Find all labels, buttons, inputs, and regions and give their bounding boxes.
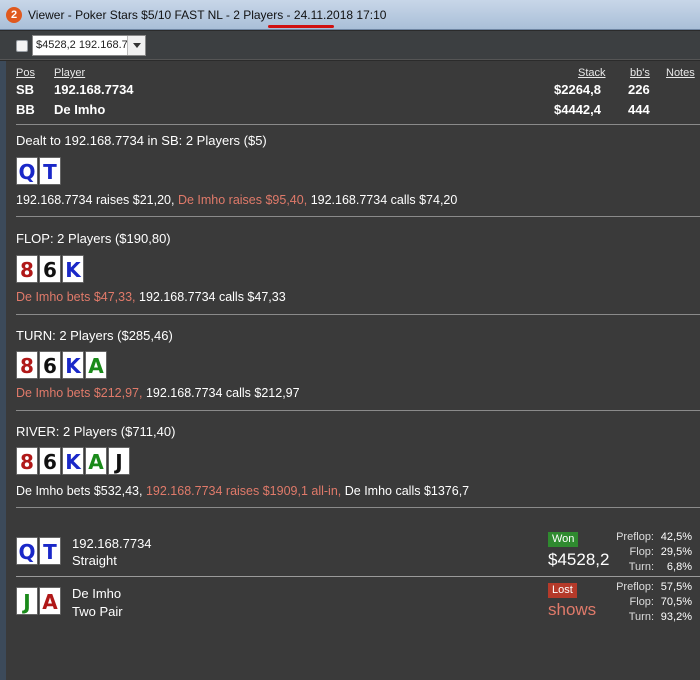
loser-cards: JA	[16, 587, 61, 615]
winner-name: 192.168.7734	[72, 536, 152, 551]
date-underline-annotation	[268, 25, 334, 28]
divider	[16, 576, 700, 577]
equity-value: 42,5%	[660, 531, 692, 543]
playing-card: Q	[16, 537, 38, 565]
action-text: 192.168.7734 raises $21,20,	[16, 193, 175, 207]
playing-card: J	[16, 587, 38, 615]
playing-card: 8	[16, 351, 38, 379]
playing-card: 6	[39, 255, 61, 283]
playing-card: K	[62, 447, 84, 475]
equity-label: Flop:	[629, 546, 654, 558]
action-text: De Imho bets $532,43,	[16, 484, 143, 498]
row-pos: BB	[16, 102, 35, 117]
river-actions: De Imho bets $532,43, 192.168.7734 raise…	[16, 484, 469, 498]
flop-title: FLOP: 2 Players ($190,80)	[16, 231, 171, 246]
hand-history-panel: Pos Player Stack bb's Notes SB 192.168.7…	[0, 61, 700, 680]
divider	[16, 124, 700, 125]
winner-hand: Straight	[72, 553, 117, 568]
preflop-actions: 192.168.7734 raises $21,20, De Imho rais…	[16, 193, 457, 207]
flop-cards: 86K	[16, 255, 84, 283]
title-bar[interactable]: 2 Viewer - Poker Stars $5/10 FAST NL - 2…	[0, 0, 700, 30]
preflop-cards: QT	[16, 157, 61, 185]
turn-actions: De Imho bets $212,97, 192.168.7734 calls…	[16, 386, 300, 400]
hand-selector-value: $4528,2 192.168.7734	[36, 39, 128, 51]
playing-card: T	[39, 157, 61, 185]
equity-label: Turn:	[628, 561, 654, 573]
action-text: 192.168.7734 raises $1909,1 all-in,	[145, 484, 342, 498]
loser-outcome: shows	[548, 600, 597, 619]
river-cards: 86KAJ	[16, 447, 130, 475]
divider	[16, 507, 700, 508]
preflop-title: Dealt to 192.168.7734 in SB: 2 Players (…	[16, 133, 267, 148]
col-header-bbs[interactable]: bb's	[630, 67, 650, 79]
equity-value: 93,2%	[660, 611, 692, 623]
playing-card: A	[85, 351, 107, 379]
equity-label: Flop:	[629, 596, 654, 608]
action-text: 192.168.7734 calls $47,33	[139, 290, 286, 304]
playing-card: K	[62, 351, 84, 379]
action-text: De Imho calls $1376,7	[344, 484, 470, 498]
equity-label: Turn:	[628, 611, 654, 623]
equity-value: 29,5%	[660, 546, 692, 558]
turn-cards: 86KA	[16, 351, 107, 379]
row-bbs: 444	[628, 102, 650, 117]
playing-card: K	[62, 255, 84, 283]
action-text: De Imho bets $47,33,	[16, 290, 136, 304]
divider	[16, 314, 700, 315]
equity-value: 57,5%	[660, 581, 692, 593]
col-header-stack[interactable]: Stack	[578, 67, 606, 79]
table-row[interactable]: SB 192.168.7734 $2264,8 226	[16, 82, 700, 102]
window-title-date: 24.11.2018 17:10	[293, 8, 387, 22]
row-bbs: 226	[628, 82, 650, 97]
playing-card: 6	[39, 351, 61, 379]
hand-selector-dropdown[interactable]: $4528,2 192.168.7734	[32, 35, 146, 56]
flop-actions: De Imho bets $47,33, 192.168.7734 calls …	[16, 290, 286, 304]
playing-card: 6	[39, 447, 61, 475]
won-badge: Won	[548, 532, 579, 547]
row-player: De Imho	[54, 102, 106, 117]
playing-card: A	[39, 587, 61, 615]
equity-label: Preflop:	[616, 531, 654, 543]
equity-value: 6,8%	[666, 561, 692, 573]
window-title: Viewer - Poker Stars $5/10 FAST NL - 2 P…	[28, 8, 386, 22]
row-player: 192.168.7734	[54, 82, 134, 97]
playing-card: J	[108, 447, 130, 475]
divider	[16, 410, 700, 411]
row-stack: $4442,4	[554, 102, 601, 117]
playing-card: 8	[16, 255, 38, 283]
loser-name: De Imho	[72, 586, 122, 601]
equity-label: Preflop:	[616, 581, 654, 593]
river-title: RIVER: 2 Players ($711,40)	[16, 424, 176, 439]
toolbar: $4528,2 192.168.7734	[0, 31, 700, 60]
playing-card: 8	[16, 447, 38, 475]
col-header-player[interactable]: Player	[54, 67, 85, 79]
action-text: De Imho raises $95,40,	[177, 193, 308, 207]
app-logo-icon: 2	[6, 7, 22, 23]
filter-checkbox[interactable]	[16, 40, 28, 52]
turn-title: TURN: 2 Players ($285,46)	[16, 328, 173, 343]
loser-hand: Two Pair	[72, 604, 123, 619]
col-header-notes[interactable]: Notes	[666, 67, 695, 79]
action-text: 192.168.7734 calls $212,97	[145, 386, 300, 400]
lost-badge: Lost	[548, 583, 577, 598]
action-text: De Imho bets $212,97,	[16, 386, 143, 400]
playing-card: Q	[16, 157, 38, 185]
equity-value: 70,5%	[660, 596, 692, 608]
playing-card: A	[85, 447, 107, 475]
winner-cards: QT	[16, 537, 61, 565]
divider	[16, 216, 700, 217]
action-text: 192.168.7734 calls $74,20	[310, 193, 458, 207]
chevron-down-icon[interactable]	[127, 36, 145, 55]
playing-card: T	[39, 537, 61, 565]
window-title-text: Viewer - Poker Stars $5/10 FAST NL - 2 P…	[28, 8, 294, 22]
col-header-pos[interactable]: Pos	[16, 67, 35, 79]
table-row[interactable]: BB De Imho $4442,4 444	[16, 102, 700, 122]
row-stack: $2264,8	[554, 82, 601, 97]
row-pos: SB	[16, 82, 35, 97]
